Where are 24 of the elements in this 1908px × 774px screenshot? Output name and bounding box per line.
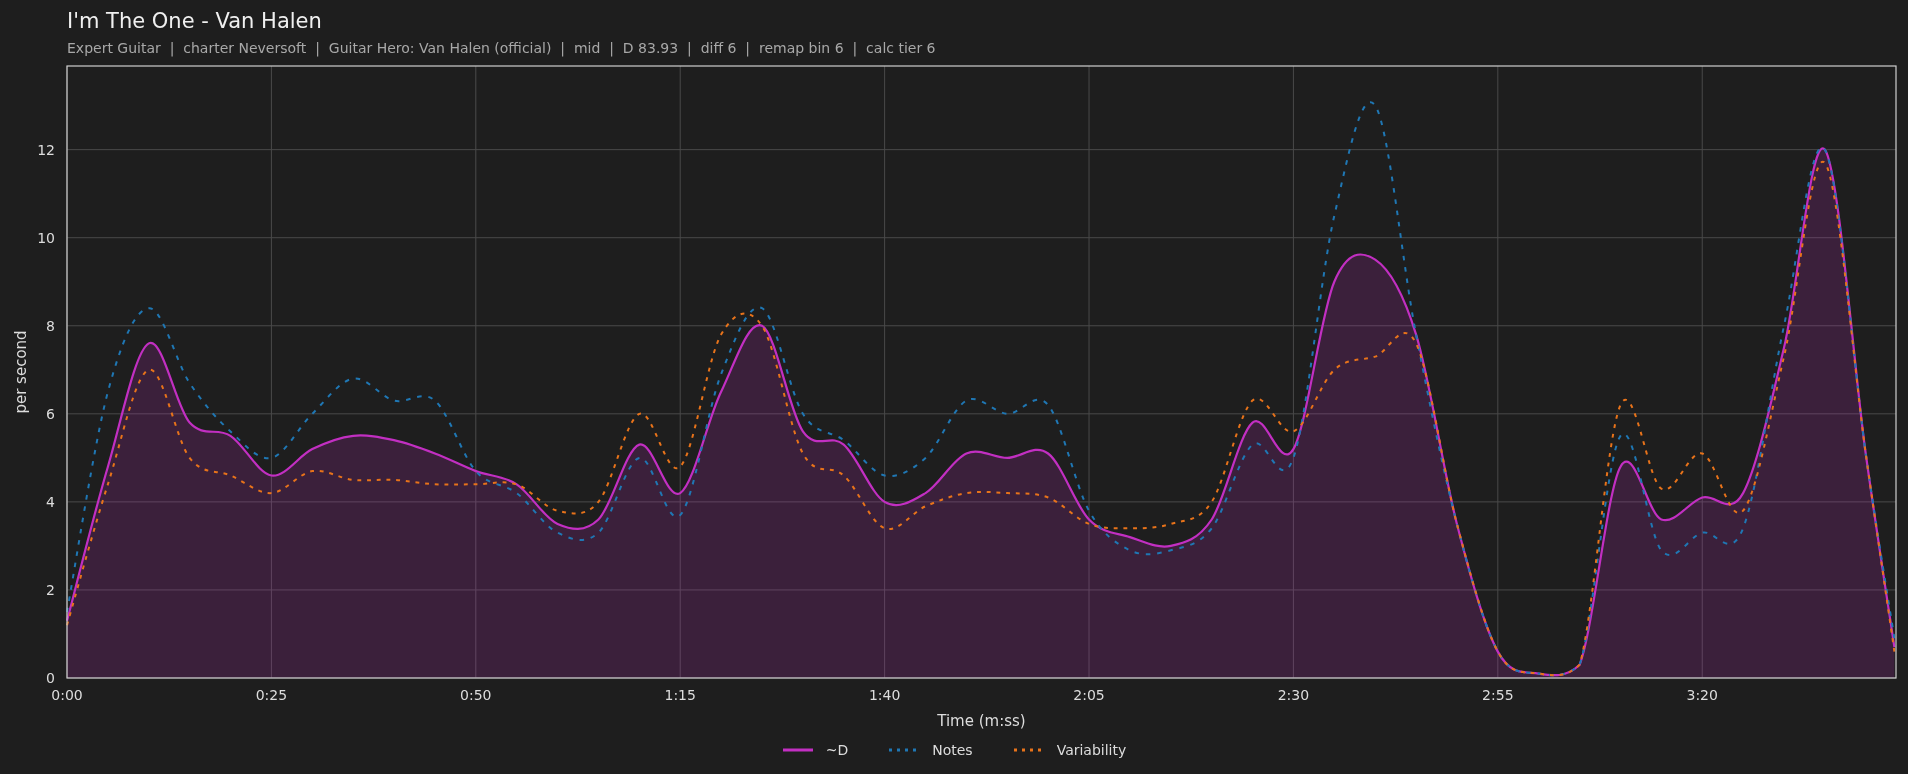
tick-label: 8 [46,317,55,334]
tick-label: 3:20 [1686,687,1718,703]
tick-label: 0:50 [460,687,492,703]
tick-label: 10 [37,229,55,246]
tick-label: 4 [46,493,55,510]
chart-subtitle: Expert Guitar | charter Neversoft | Guitar Hero: Van Halen (official) | mid | D 83.93 | diff 6 | remap bin 6 | calc tier 6 [67,40,936,56]
tick-label: 12 [37,141,55,158]
tick-label: 0:25 [255,687,288,703]
tick-label: 1:15 [664,687,696,703]
legend-label: Variability [1056,742,1127,758]
tick-label: 2:05 [1073,687,1105,703]
tick-label: 2 [46,581,55,598]
x-axis-label: Time (m:ss) [937,712,1026,730]
chart-title: I'm The One - Van Halen [67,8,322,34]
legend-swatch-icon [781,748,814,752]
legend-label: Notes [932,742,973,758]
tick-label: 0 [46,670,55,686]
tick-label: 6 [46,405,55,422]
y-axis-label: per second [12,330,30,414]
tick-label: 2:30 [1277,687,1310,703]
tick-label: 0:00 [51,687,83,703]
tick-label: 2:55 [1482,687,1514,703]
legend-label: ~D [825,742,849,758]
tick-label: 1:40 [868,687,901,703]
